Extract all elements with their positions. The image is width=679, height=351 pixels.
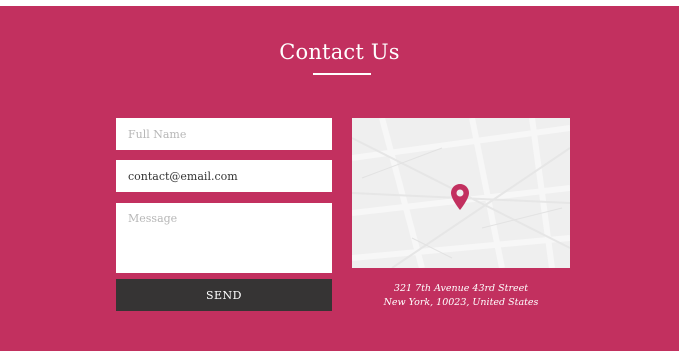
full-name-input[interactable] xyxy=(116,118,332,150)
address-street: 321 7th Avenue 43rd Street xyxy=(393,283,529,294)
title-underline xyxy=(313,73,371,75)
send-button[interactable]: SEND xyxy=(116,279,332,311)
address-city: New York, 10023, United States xyxy=(383,297,539,308)
map-pin-icon xyxy=(451,184,469,210)
section-title: Contact Us xyxy=(279,40,400,64)
email-input[interactable] xyxy=(116,160,332,192)
location-map[interactable] xyxy=(352,118,570,268)
message-textarea[interactable] xyxy=(116,203,332,273)
contact-section: Contact Us SEND 321 7th Avenue 43rd Stre… xyxy=(0,6,679,351)
